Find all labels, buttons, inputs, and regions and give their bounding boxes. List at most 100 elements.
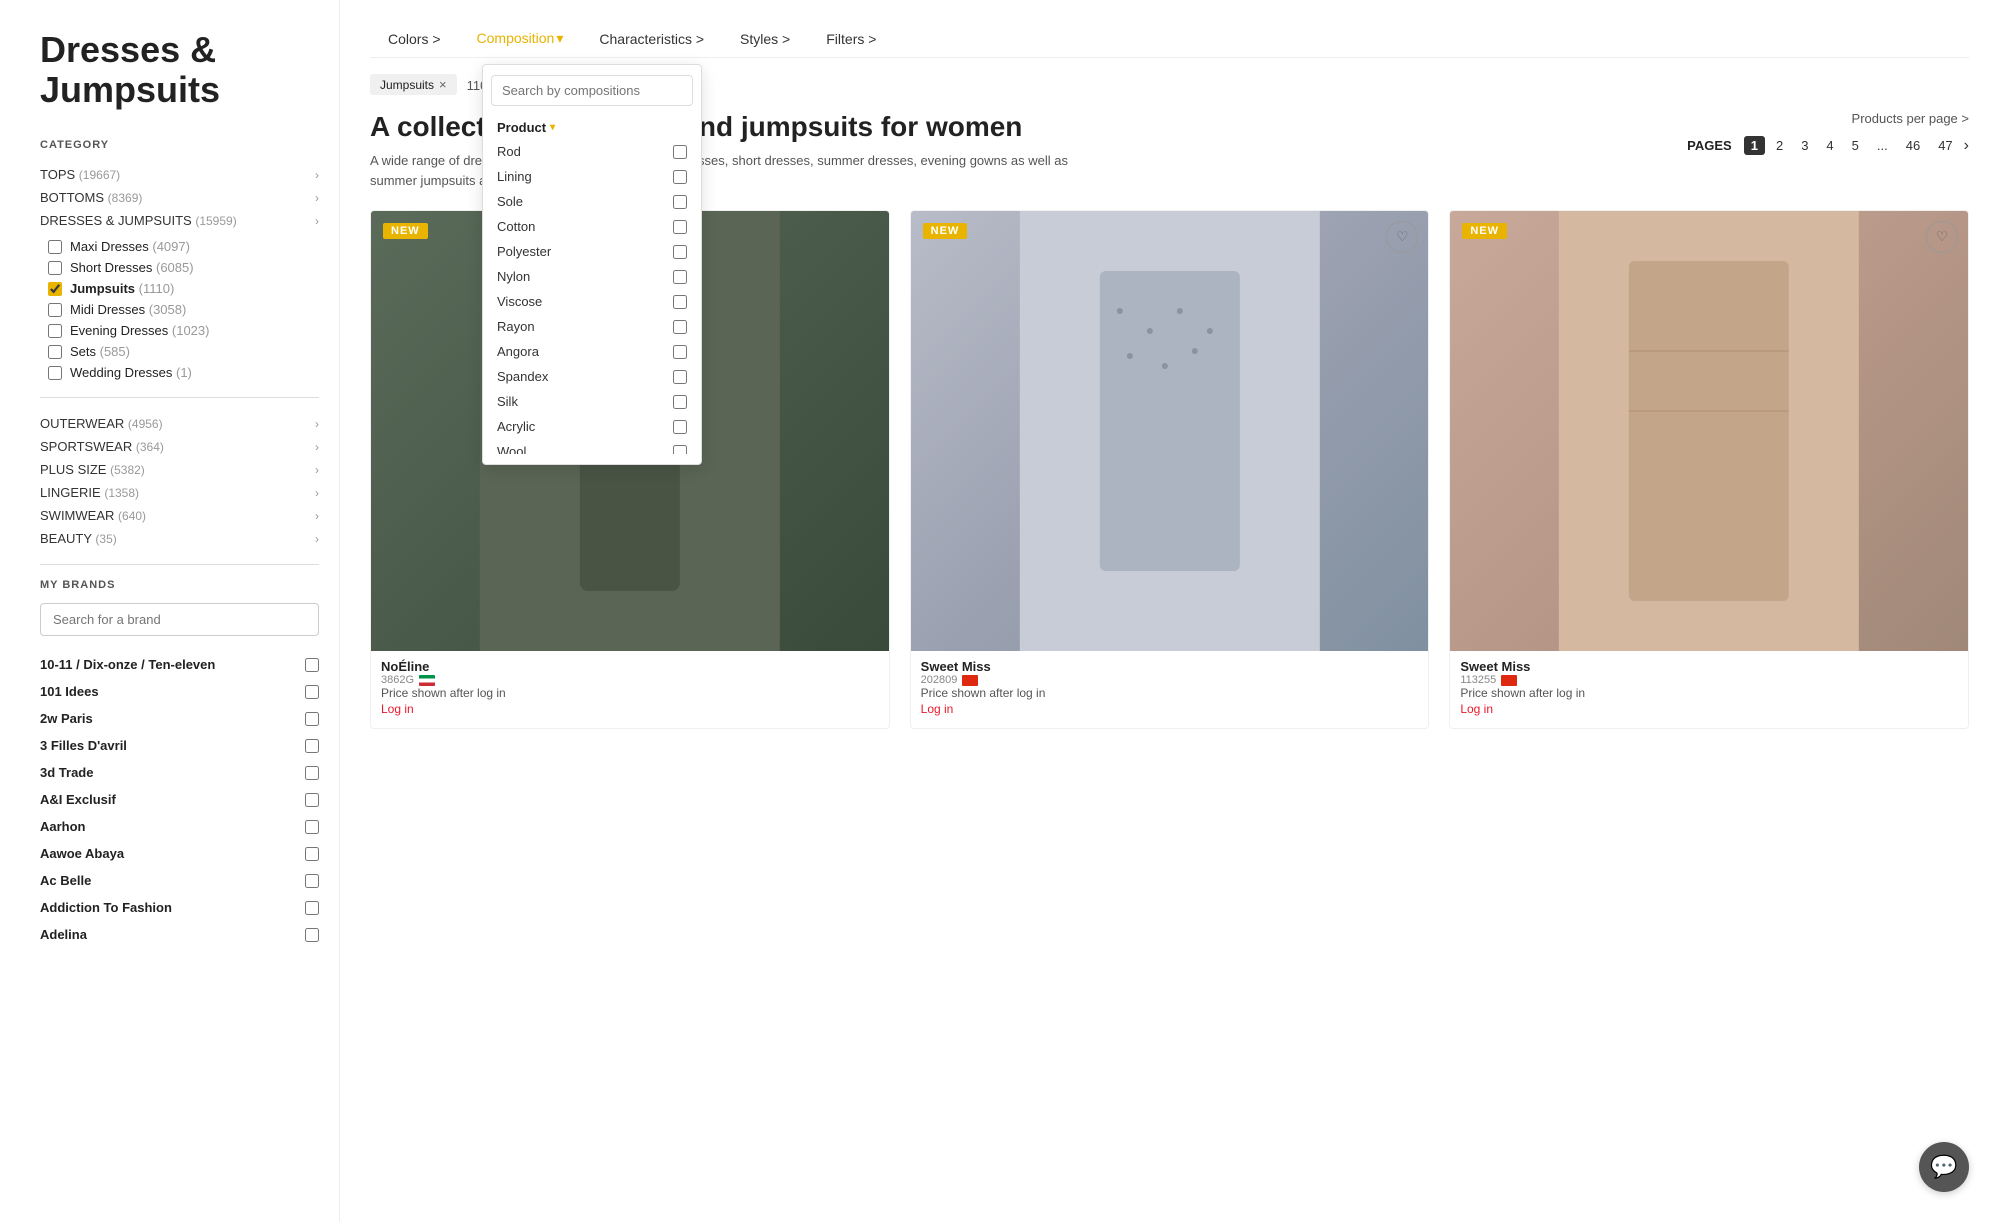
brand-item-2w-paris[interactable]: 2w Paris — [40, 706, 319, 731]
midi-dresses-checkbox[interactable] — [48, 303, 62, 317]
subcategory-evening-dresses[interactable]: Evening Dresses (1023) — [48, 320, 319, 341]
brand-10-11-checkbox[interactable] — [305, 658, 319, 672]
filters-filter-btn[interactable]: Filters > — [808, 21, 894, 57]
sets-checkbox[interactable] — [48, 345, 62, 359]
comp-item-cotton[interactable]: Cotton — [483, 214, 701, 239]
composition-filter-btn[interactable]: Composition▾ — [459, 20, 582, 57]
product-card-2: NEW ♡ Sweet Miss 202809 Price shown afte… — [910, 210, 1430, 729]
colors-filter-btn[interactable]: Colors > — [370, 21, 459, 57]
comp-item-acrylic[interactable]: Acrylic — [483, 414, 701, 439]
comp-cotton-checkbox[interactable] — [673, 220, 687, 234]
brand-item-3d-trade[interactable]: 3d Trade — [40, 760, 319, 785]
jumpsuits-checkbox[interactable] — [48, 282, 62, 296]
subcategory-short-dresses[interactable]: Short Dresses (6085) — [48, 257, 319, 278]
wedding-dresses-checkbox[interactable] — [48, 366, 62, 380]
comp-item-rayon[interactable]: Rayon — [483, 314, 701, 339]
brand-item-3-filles[interactable]: 3 Filles D'avril — [40, 733, 319, 758]
composition-search-input[interactable] — [491, 75, 693, 106]
brand-ac-belle-checkbox[interactable] — [305, 874, 319, 888]
page-47-btn[interactable]: 47 — [1931, 136, 1959, 155]
page-4-btn[interactable]: 4 — [1819, 136, 1840, 155]
maxi-dresses-checkbox[interactable] — [48, 240, 62, 254]
brand-item-ac-belle[interactable]: Ac Belle — [40, 868, 319, 893]
page-46-btn[interactable]: 46 — [1899, 136, 1927, 155]
sidebar-item-swimwear[interactable]: SWIMWEAR (640) › — [40, 504, 319, 527]
comp-sole-checkbox[interactable] — [673, 195, 687, 209]
product-login-2[interactable]: Log in — [921, 702, 954, 716]
page-1-btn[interactable]: 1 — [1744, 136, 1765, 155]
comp-wool-checkbox[interactable] — [673, 445, 687, 455]
subcategory-wedding-dresses[interactable]: Wedding Dresses (1) — [48, 362, 319, 383]
brand-search-input[interactable] — [40, 603, 319, 636]
characteristics-filter-btn[interactable]: Characteristics > — [581, 21, 722, 57]
subcategory-midi-dresses[interactable]: Midi Dresses (3058) — [48, 299, 319, 320]
comp-nylon-checkbox[interactable] — [673, 270, 687, 284]
comp-angora-checkbox[interactable] — [673, 345, 687, 359]
comp-polyester-checkbox[interactable] — [673, 245, 687, 259]
subcategory-jumpsuits[interactable]: Jumpsuits (1110) — [48, 278, 319, 299]
sidebar-item-bottoms[interactable]: BOTTOMS (8369) › — [40, 186, 319, 209]
filter-nav: Colors > Composition▾ Characteristics > … — [370, 20, 1969, 58]
sidebar-item-sportswear[interactable]: SPORTSWEAR (364) › — [40, 435, 319, 458]
pagination-next-btn[interactable]: › — [1964, 137, 1969, 155]
brand-item-10-11[interactable]: 10-11 / Dix-onze / Ten-eleven — [40, 652, 319, 677]
brand-adelina-checkbox[interactable] — [305, 928, 319, 942]
product-code-1: 3862G — [381, 674, 435, 686]
comp-rayon-checkbox[interactable] — [673, 320, 687, 334]
brand-ai-exclusif-checkbox[interactable] — [305, 793, 319, 807]
page-5-btn[interactable]: 5 — [1845, 136, 1866, 155]
brand-3-filles-checkbox[interactable] — [305, 739, 319, 753]
comp-item-nylon[interactable]: Nylon — [483, 264, 701, 289]
brand-item-101-idees[interactable]: 101 Idees — [40, 679, 319, 704]
brand-item-aawoe[interactable]: Aawoe Abaya — [40, 841, 319, 866]
comp-item-lining[interactable]: Lining — [483, 164, 701, 189]
short-dresses-checkbox[interactable] — [48, 261, 62, 275]
brand-search-wrap — [40, 603, 319, 636]
comp-acrylic-checkbox[interactable] — [673, 420, 687, 434]
comp-item-viscose[interactable]: Viscose — [483, 289, 701, 314]
subcategory-maxi-dresses[interactable]: Maxi Dresses (4097) — [48, 236, 319, 257]
subcategory-sets[interactable]: Sets (585) — [48, 341, 319, 362]
evening-dresses-checkbox[interactable] — [48, 324, 62, 338]
comp-item-sole[interactable]: Sole — [483, 189, 701, 214]
brand-aawoe-checkbox[interactable] — [305, 847, 319, 861]
products-per-page-btn[interactable]: Products per page > — [1687, 111, 1969, 126]
page-title: Dresses & Jumpsuits — [40, 30, 319, 109]
brand-aarhon-checkbox[interactable] — [305, 820, 319, 834]
sidebar-item-tops[interactable]: TOPS (19667) › — [40, 163, 319, 186]
comp-item-wool[interactable]: Wool — [483, 439, 701, 454]
comp-item-angora[interactable]: Angora — [483, 339, 701, 364]
comp-silk-checkbox[interactable] — [673, 395, 687, 409]
brand-item-adelina[interactable]: Adelina — [40, 922, 319, 947]
comp-item-polyester[interactable]: Polyester — [483, 239, 701, 264]
comp-item-spandex[interactable]: Spandex — [483, 364, 701, 389]
brand-item-addiction[interactable]: Addiction To Fashion — [40, 895, 319, 920]
page-2-btn[interactable]: 2 — [1769, 136, 1790, 155]
sidebar-item-outerwear[interactable]: OUTERWEAR (4956) › — [40, 412, 319, 435]
sidebar-item-plus-size[interactable]: PLUS SIZE (5382) › — [40, 458, 319, 481]
brand-2w-paris-checkbox[interactable] — [305, 712, 319, 726]
brand-101-idees-checkbox[interactable] — [305, 685, 319, 699]
chat-button[interactable]: 💬 — [1919, 1142, 1969, 1192]
comp-item-rod[interactable]: Rod — [483, 139, 701, 164]
brand-item-ai-exclusif[interactable]: A&I Exclusif — [40, 787, 319, 812]
wishlist-btn-3[interactable]: ♡ — [1926, 221, 1958, 253]
product-login-3[interactable]: Log in — [1460, 702, 1493, 716]
brand-addiction-checkbox[interactable] — [305, 901, 319, 915]
comp-rod-checkbox[interactable] — [673, 145, 687, 159]
composition-dropdown: Product ▾ Rod Lining Sole — [482, 64, 702, 465]
sidebar-item-beauty[interactable]: BEAUTY (35) › — [40, 527, 319, 550]
sidebar-item-lingerie[interactable]: LINGERIE (1358) › — [40, 481, 319, 504]
page-3-btn[interactable]: 3 — [1794, 136, 1815, 155]
styles-filter-btn[interactable]: Styles > — [722, 21, 808, 57]
comp-item-silk[interactable]: Silk — [483, 389, 701, 414]
brand-3d-trade-checkbox[interactable] — [305, 766, 319, 780]
sidebar-item-dresses-jumpsuits[interactable]: DRESSES & JUMPSUITS (15959) › — [40, 209, 319, 232]
main-content: Colors > Composition▾ Characteristics > … — [340, 0, 1999, 1222]
remove-jumpsuits-tag-btn[interactable]: × — [439, 77, 447, 92]
comp-viscose-checkbox[interactable] — [673, 295, 687, 309]
comp-spandex-checkbox[interactable] — [673, 370, 687, 384]
comp-lining-checkbox[interactable] — [673, 170, 687, 184]
brand-item-aarhon[interactable]: Aarhon — [40, 814, 319, 839]
product-login-1[interactable]: Log in — [381, 702, 414, 716]
